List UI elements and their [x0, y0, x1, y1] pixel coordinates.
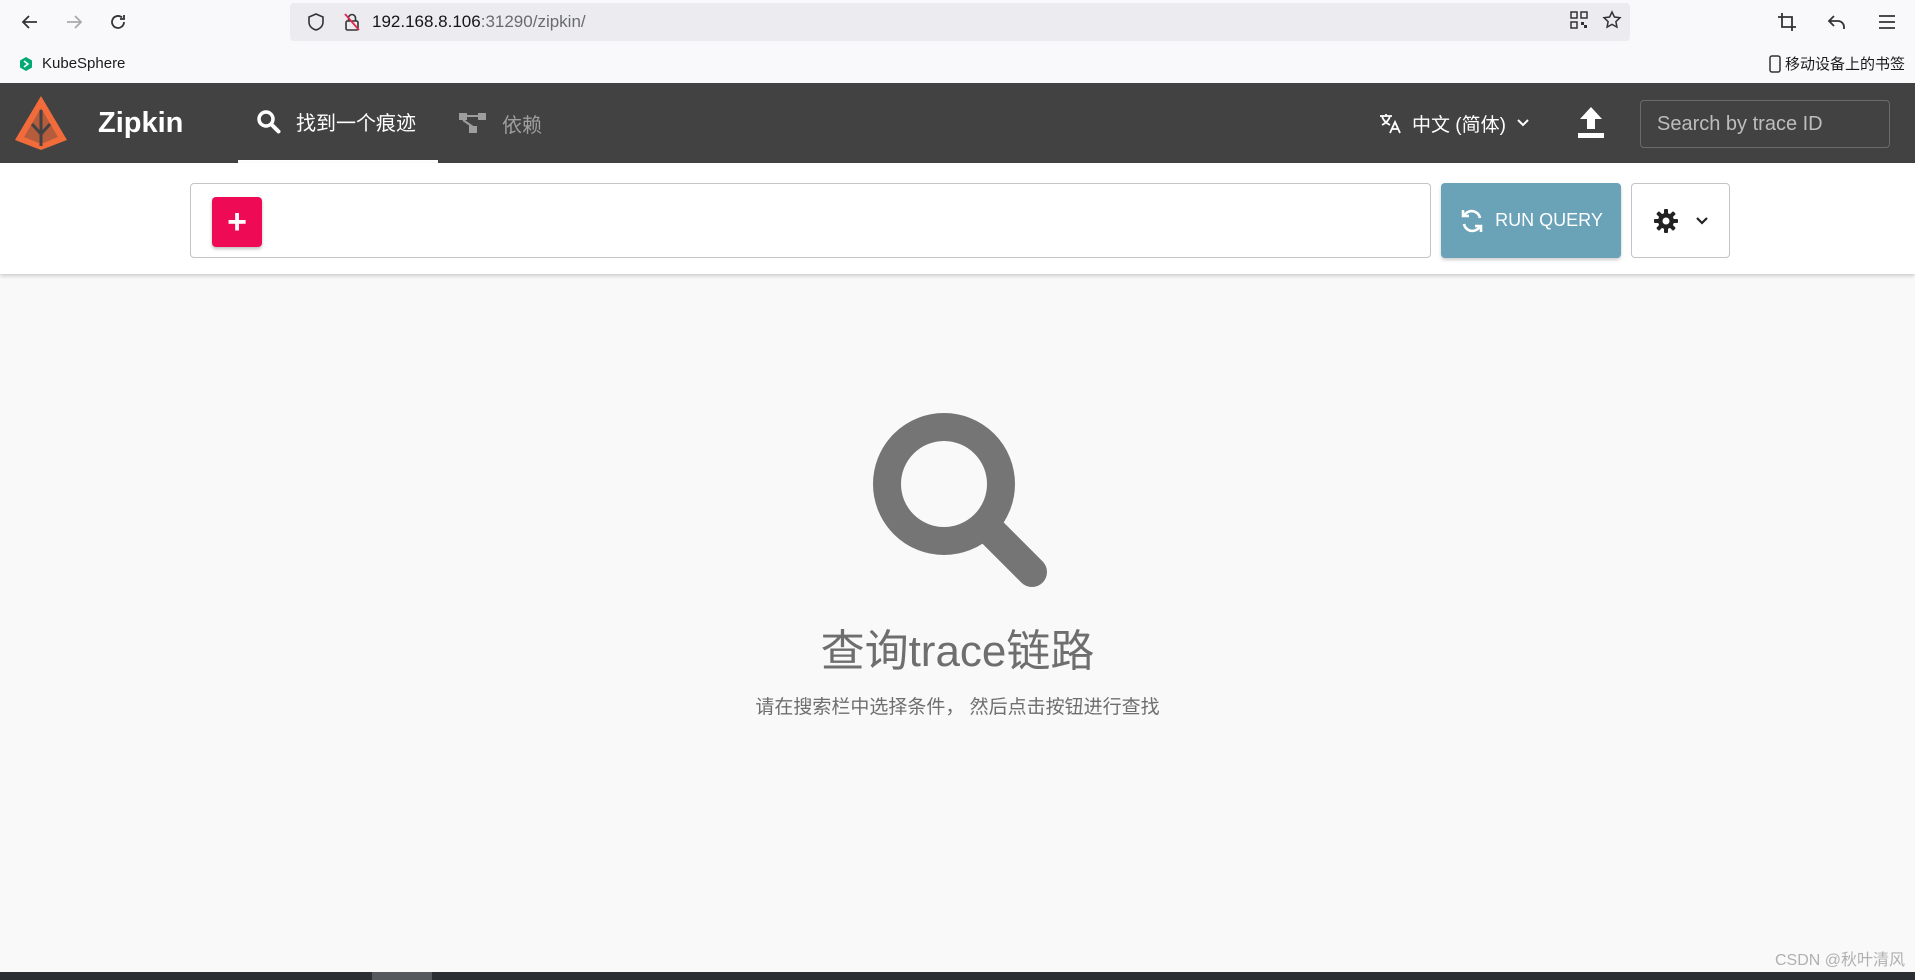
trace-id-search-input[interactable] — [1640, 100, 1890, 148]
url-path: :31290/zipkin/ — [480, 12, 586, 31]
insecure-lock-icon[interactable] — [332, 12, 372, 32]
watermark: CSDN @秋叶清风 — [1774, 952, 1905, 969]
dependency-graph-icon — [459, 113, 486, 133]
url-host: 192.168.8.106 — [372, 12, 481, 31]
reload-button[interactable] — [96, 0, 140, 44]
qr-code-icon[interactable] — [1570, 10, 1588, 34]
settings-dropdown-button[interactable] — [1631, 183, 1730, 258]
arrow-right-icon — [67, 15, 83, 29]
bookmark-star-icon[interactable] — [1602, 9, 1622, 35]
tab-label: 找到一个痕迹 — [296, 113, 416, 135]
reload-icon — [111, 15, 125, 29]
zipkin-logo-icon[interactable] — [12, 94, 70, 152]
run-query-label: RUN QUERY — [1495, 210, 1603, 230]
browser-toolbar: 192.168.8.106:31290/zipkin/ — [0, 0, 1915, 44]
shield-icon[interactable] — [300, 12, 332, 32]
app-header: Zipkin 找到一个痕迹 依赖 中文 (简体) — [0, 83, 1915, 163]
taskbar-strip — [0, 972, 1915, 980]
mobile-device-icon — [1769, 54, 1781, 73]
url-text: 192.168.8.106:31290/zipkin/ — [372, 12, 586, 32]
query-criteria-box[interactable]: + — [190, 183, 1431, 258]
tab-find-trace[interactable]: 找到一个痕迹 — [238, 83, 438, 163]
bookmark-label: KubeSphere — [42, 55, 126, 72]
chevron-down-icon — [1695, 216, 1708, 225]
translate-icon — [1380, 114, 1401, 134]
refresh-icon — [1461, 209, 1483, 232]
gear-icon — [1653, 208, 1678, 233]
tab-label: 依赖 — [502, 114, 542, 137]
hamburger-icon — [1879, 15, 1895, 29]
language-label: 中文 (简体) — [1412, 114, 1506, 136]
empty-state-title: 查询trace链路 — [820, 627, 1095, 676]
bookmark-kubesphere[interactable]: KubeSphere — [18, 55, 125, 72]
mobile-bookmarks[interactable]: 移动设备上的书签 — [1769, 44, 1905, 83]
large-search-icon — [873, 413, 1047, 587]
tab-dependencies[interactable]: 依赖 — [458, 83, 542, 163]
crop-icon — [1778, 13, 1796, 31]
empty-state-subtitle: 请在搜索栏中选择条件， 然后点击按钮进行查找 — [755, 697, 1160, 718]
run-query-button[interactable]: RUN QUERY — [1441, 183, 1621, 258]
back-button[interactable] — [8, 0, 52, 44]
search-icon — [257, 109, 281, 133]
screenshot-button[interactable] — [1765, 0, 1809, 44]
language-selector[interactable]: 中文 (简体) — [1378, 83, 1530, 163]
query-bar: + RUN QUERY — [0, 163, 1915, 274]
taskbar-item[interactable] — [372, 972, 432, 980]
upload-icon[interactable] — [1575, 105, 1607, 141]
bookmarks-bar: KubeSphere 移动设备上的书签 — [0, 44, 1915, 83]
mobile-bookmarks-label: 移动设备上的书签 — [1784, 56, 1905, 73]
kubesphere-icon — [20, 56, 32, 71]
undo-button[interactable] — [1815, 0, 1859, 44]
arrow-left-icon — [21, 15, 37, 29]
chevron-down-icon — [1517, 119, 1529, 127]
undo-icon — [1827, 15, 1845, 29]
forward-button[interactable] — [52, 0, 96, 44]
app-title: Zipkin — [98, 106, 184, 139]
add-criteria-button[interactable]: + — [212, 197, 262, 247]
address-bar[interactable]: 192.168.8.106:31290/zipkin/ — [290, 3, 1630, 41]
menu-button[interactable] — [1865, 0, 1909, 44]
